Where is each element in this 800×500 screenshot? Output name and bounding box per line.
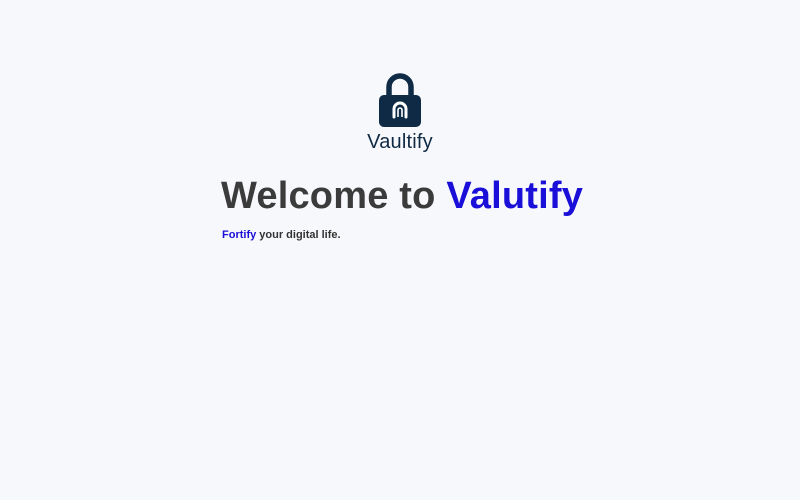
lock-icon [379,73,421,127]
tagline-accent: Fortify [222,229,257,241]
tagline: Fortify your digital life. [222,228,781,242]
headline-brand: Valutify [446,175,584,217]
brand-logo: Vaultify [0,72,800,154]
tagline-text: your digital life. [256,229,341,241]
page-title: Welcome to Valutify [221,172,781,220]
brand-name: Vaultify [367,131,433,153]
hero: Welcome to Valutify Fortify your digital… [221,172,781,242]
headline-prefix: Welcome to [221,175,447,217]
